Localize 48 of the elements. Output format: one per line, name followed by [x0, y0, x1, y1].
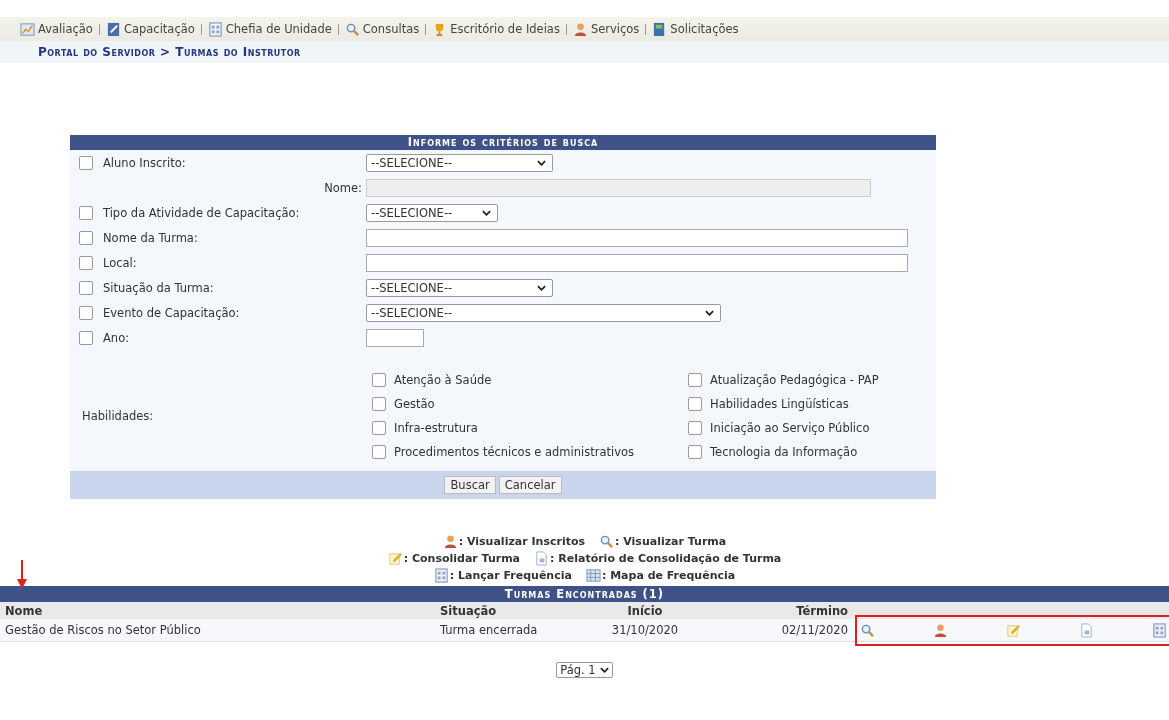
- menu-item[interactable]: Consultas: [344, 21, 420, 37]
- column-header: Início: [626, 603, 664, 618]
- dropdown[interactable]: --SELECIONE--: [366, 278, 553, 297]
- form-title: Informe os critérios de busca: [70, 135, 936, 150]
- field-label: Tipo da Atividade de Capacitação:: [103, 205, 300, 220]
- checkbox-label: Atenção à Saúde: [394, 373, 492, 387]
- legend-label: : Relatório de Consolidação de Turma: [550, 552, 782, 565]
- menu-item[interactable]: Avaliação: [20, 21, 93, 37]
- checkbox-label: Procedimentos técnicos e administrativos: [394, 445, 635, 459]
- field-label: Nome:: [324, 180, 362, 195]
- page-dropdown[interactable]: Pág. 1: [556, 662, 613, 678]
- table-cell-text: Gestão de Riscos no Setor Público: [4, 623, 202, 637]
- column-header: Nome: [4, 603, 44, 618]
- checkbox-label: Gestão: [394, 397, 435, 411]
- legend-label: : Mapa de Frequência: [601, 569, 736, 582]
- legend-label: : Lançar Frequência: [449, 569, 572, 582]
- menu-item[interactable]: Solicitações: [652, 21, 739, 37]
- field-label: Aluno Inscrito:: [103, 155, 186, 170]
- legend-label: : Consolidar Turma: [403, 552, 521, 565]
- field-label: Evento de Capacitação:: [103, 305, 240, 320]
- table-title: Turmas Encontradas (1): [0, 586, 1169, 602]
- checkbox-label: Atualização Pedagógica - PAP: [710, 373, 879, 387]
- field-label: Habilidades:: [82, 409, 154, 423]
- menu-item[interactable]: Capacitação: [105, 21, 195, 37]
- legend-label: : Visualizar Turma: [615, 535, 727, 548]
- field-label: Nome da Turma:: [103, 230, 198, 245]
- field-label: Local:: [103, 255, 137, 270]
- checkbox-label: Tecnologia da Informação: [710, 445, 858, 459]
- field-label: Situação da Turma:: [103, 280, 214, 295]
- dropdown[interactable]: --SELECIONE--: [366, 303, 721, 322]
- menu-item[interactable]: Serviços: [572, 21, 640, 37]
- form-button[interactable]: Cancelar: [498, 476, 562, 494]
- dropdown[interactable]: --SELECIONE--: [366, 203, 498, 222]
- checkbox-label: Iniciação ao Serviço Público: [710, 421, 870, 435]
- table-cell-text: 02/11/2020: [780, 623, 849, 637]
- legend-label: : Visualizar Inscritos: [458, 535, 586, 548]
- form-button[interactable]: Buscar: [444, 476, 496, 494]
- table-cell-text: 31/10/2020: [610, 623, 680, 637]
- column-header: Término: [795, 603, 849, 618]
- column-header: Situação: [440, 603, 498, 618]
- menu-item[interactable]: Chefia de Unidade: [207, 21, 332, 37]
- menu-item[interactable]: Escritório de Ideias: [432, 21, 560, 37]
- dropdown[interactable]: --SELECIONE--: [366, 153, 553, 172]
- field-label: Ano:: [103, 330, 130, 345]
- checkbox-label: Infra-estrutura: [394, 421, 478, 435]
- table-cell-text: Turma encerrada: [440, 623, 539, 637]
- breadcrumb: Portal do Servidor > Turmas do Instrutor: [38, 45, 301, 59]
- checkbox-label: Habilidades Lingüísticas: [710, 397, 849, 411]
